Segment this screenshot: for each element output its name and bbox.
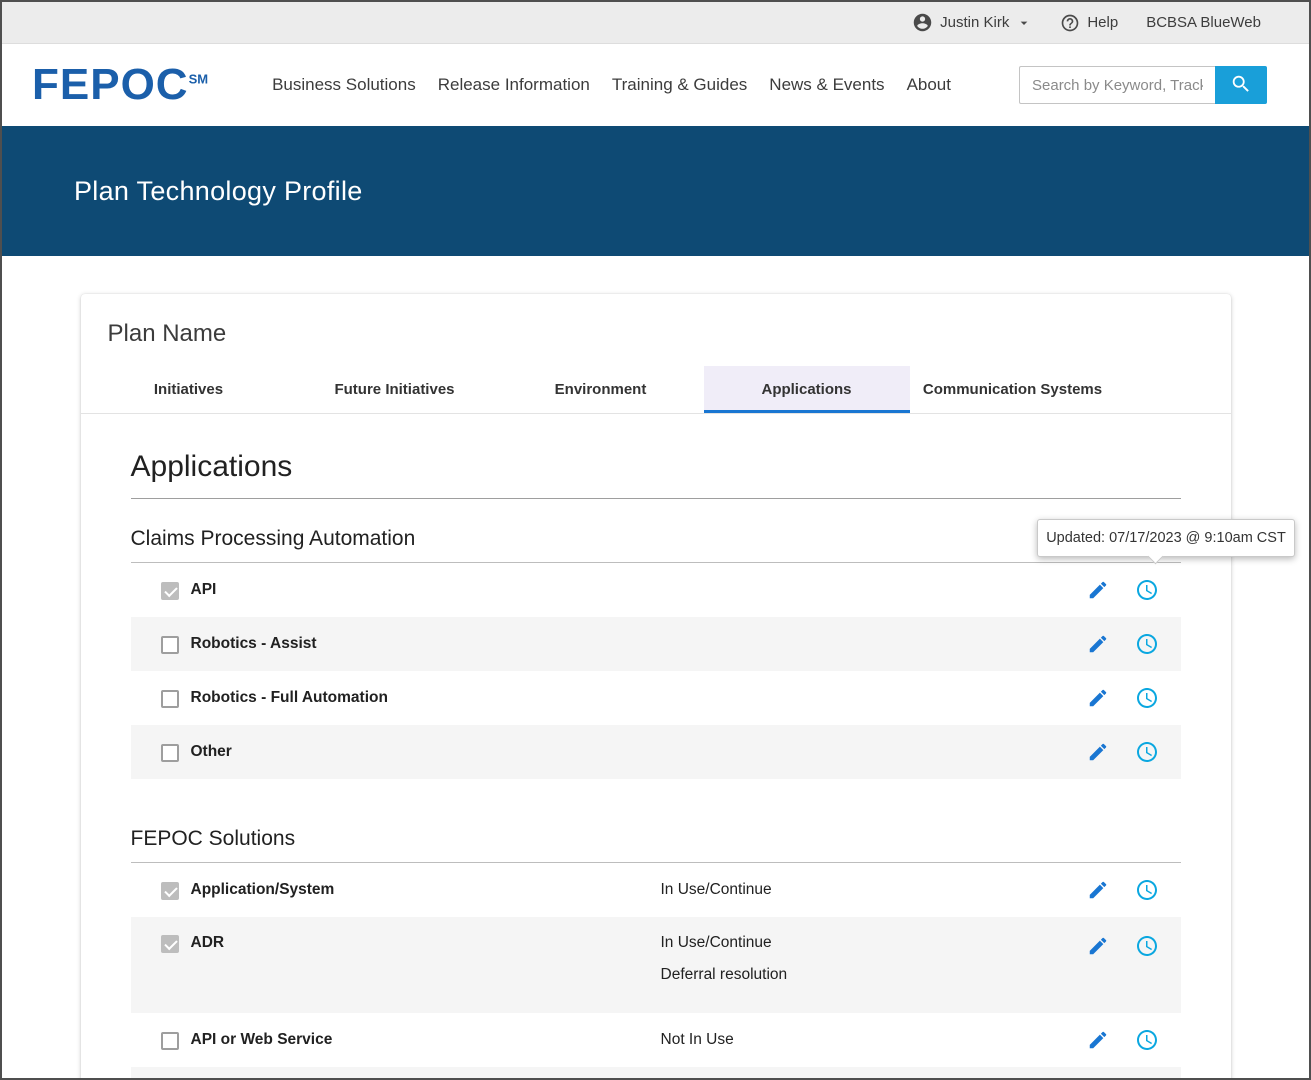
row-label: Application/System (190, 881, 335, 898)
table-row-application-system: Application/System In Use/Continue (131, 863, 1181, 917)
group-title: FEPOC Solutions (130, 827, 1181, 863)
nav-news-events[interactable]: News & Events (769, 75, 884, 95)
search-bar (1019, 66, 1267, 104)
history-icon[interactable] (1135, 740, 1159, 764)
help-label: Help (1087, 14, 1119, 31)
app-window: Justin Kirk Help BCBSA BlueWeb FEPOCSM B… (0, 0, 1311, 1080)
group-fepoc-solutions: FEPOC Solutions Application/System In Us… (130, 827, 1181, 1078)
tab-bar: Initiatives Future Initiatives Environme… (80, 366, 1231, 414)
table-row-other: Other (130, 725, 1181, 779)
plan-profile-card: Plan Name Initiatives Future Initiatives… (80, 294, 1231, 1078)
row-label: Other (190, 743, 232, 760)
history-icon[interactable] (1135, 934, 1159, 958)
edit-icon[interactable] (1087, 579, 1109, 601)
tab-initiatives[interactable]: Initiatives (86, 366, 292, 413)
row-label: ADR (190, 934, 225, 951)
edit-icon[interactable] (1087, 687, 1109, 709)
tab-environment[interactable]: Environment (498, 366, 704, 413)
edit-icon[interactable] (1087, 633, 1109, 655)
history-icon[interactable] (1135, 578, 1159, 602)
search-input[interactable] (1019, 66, 1215, 104)
row-list: API Robotics - Assist Robotics - Full Au… (130, 563, 1181, 779)
brand-link[interactable]: BCBSA BlueWeb (1146, 14, 1261, 31)
row-label: API (190, 581, 217, 598)
search-button[interactable] (1215, 66, 1267, 104)
plan-name-heading: Plan Name (107, 320, 227, 347)
fepoc-logo[interactable]: FEPOCSM (32, 63, 208, 107)
table-row-adr: ADR In Use/Continue Deferral resolution (130, 917, 1181, 1013)
main-header: FEPOCSM Business Solutions Release Infor… (2, 44, 1309, 126)
search-icon (1230, 73, 1252, 98)
row-label: API or Web Service (190, 1031, 333, 1048)
history-icon[interactable] (1135, 632, 1159, 656)
row-status: In Use/Continue Deferral resolution (660, 934, 788, 983)
logo-text: FEPOC (32, 60, 189, 109)
help-link[interactable]: Help (1060, 13, 1118, 33)
help-icon (1060, 13, 1080, 33)
row-status: Not In Use (660, 1031, 734, 1048)
main-nav: Business Solutions Release Information T… (272, 75, 951, 95)
row-label: Robotics - Assist (190, 635, 317, 652)
checkbox-adr[interactable] (160, 935, 179, 953)
table-row-robotics-full: Robotics - Full Automation (131, 671, 1181, 725)
tab-future-initiatives[interactable]: Future Initiatives (292, 366, 498, 413)
user-name: Justin Kirk (940, 14, 1010, 31)
updated-tooltip: Updated: 07/17/2023 @ 9:10am CST (1037, 519, 1295, 557)
edit-icon[interactable] (1087, 935, 1109, 957)
checkbox-other[interactable] (160, 743, 179, 762)
row-label: Robotics - Full Automation (190, 689, 388, 706)
table-row-api: API (131, 563, 1181, 617)
nav-about[interactable]: About (907, 75, 951, 95)
table-row-api-web-service: API or Web Service Not In Use (131, 1013, 1181, 1067)
row-list: Application/System In Use/Continue ADR I… (130, 863, 1181, 1078)
page-title: Plan Technology Profile (74, 175, 363, 206)
user-avatar-icon (912, 12, 933, 33)
user-menu[interactable]: Justin Kirk (912, 12, 1032, 33)
brand-label: BCBSA BlueWeb (1146, 14, 1261, 31)
history-icon[interactable] (1135, 1028, 1159, 1052)
utility-bar: Justin Kirk Help BCBSA BlueWeb (2, 2, 1309, 44)
chevron-down-icon (1016, 15, 1032, 31)
checkbox-api[interactable] (160, 581, 179, 600)
group-title: Claims Processing Automation (130, 527, 1181, 563)
table-row-robotics-assist: Robotics - Assist (130, 617, 1181, 671)
history-icon[interactable] (1135, 686, 1159, 710)
checkbox-application-system[interactable] (160, 881, 179, 900)
checkbox-robotics-assist[interactable] (160, 635, 179, 654)
nav-release-information[interactable]: Release Information (438, 75, 590, 95)
nav-business-solutions[interactable]: Business Solutions (272, 75, 416, 95)
edit-icon[interactable] (1087, 879, 1109, 901)
tab-applications[interactable]: Applications (703, 366, 910, 413)
edit-icon[interactable] (1087, 741, 1109, 763)
page-banner: Plan Technology Profile (2, 126, 1309, 256)
logo-sup: SM (188, 71, 209, 87)
table-row-automated-denial: Automated Denial Processing Not In Use (130, 1067, 1181, 1078)
checkbox-api-web-service[interactable] (160, 1031, 179, 1050)
section-title: Applications (130, 450, 1181, 499)
history-icon[interactable] (1135, 878, 1159, 902)
tab-communication-systems[interactable]: Communication Systems (910, 366, 1116, 413)
row-status: In Use/Continue (660, 881, 772, 898)
checkbox-robotics-full[interactable] (160, 689, 179, 708)
group-claims-processing: Claims Processing Automation API Robotic… (130, 527, 1181, 779)
nav-training-guides[interactable]: Training & Guides (612, 75, 747, 95)
edit-icon[interactable] (1087, 1029, 1109, 1051)
